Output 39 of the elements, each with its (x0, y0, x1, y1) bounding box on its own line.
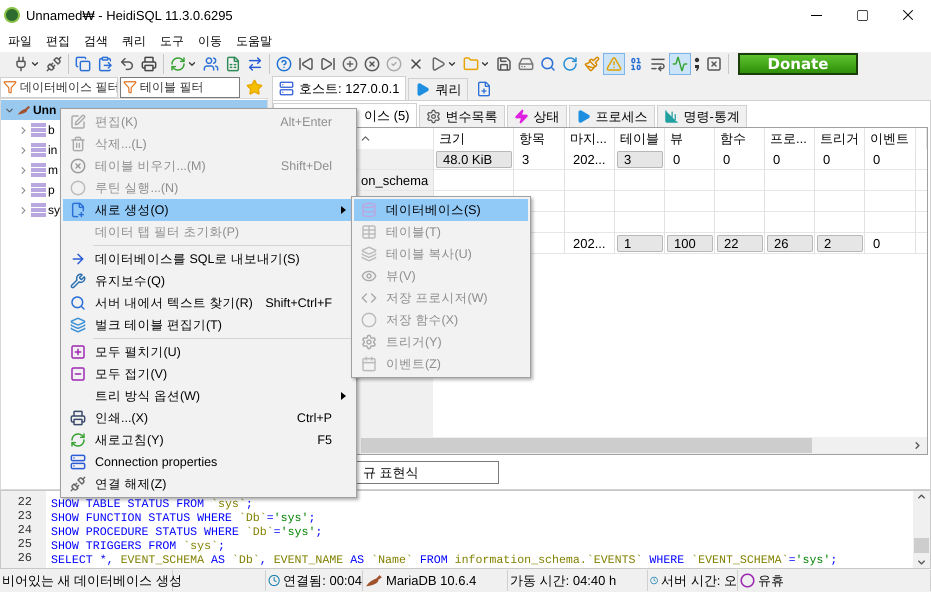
table-cell-text: 0 (872, 235, 882, 253)
status-text: 서버 시간: 오 (661, 572, 737, 590)
code-line: SHOW TABLE STATUS FROM `sys`; (51, 498, 254, 512)
status-text: 연결됨: 00:04 (283, 572, 362, 590)
line-number: 25 (16, 537, 33, 551)
code-line: SHOW PROCEDURE STATUS WHERE `Db`='sys'; (51, 526, 324, 540)
table-cell: 1 (617, 235, 663, 252)
shortcut-text: Shift+Del (280, 159, 333, 173)
code-line: SHOW TRIGGERS FROM `sys`; (51, 540, 226, 554)
table-cell-text: 3 (521, 151, 530, 169)
table-cell-text: 0 (772, 151, 782, 169)
table-cell-text: 0 (872, 151, 882, 169)
code-line: SHOW FUNCTION STATUS WHERE `Db`='sys'; (51, 512, 316, 526)
line-number: 23 (16, 509, 33, 523)
table-cell: 100 (667, 235, 713, 252)
shortcut-text: Shift+Ctrl+F (265, 296, 333, 310)
code-line: SELECT *, EVENT_SCHEMA AS `Db`, EVENT_NAME AS `Name` FROM information_schema.`EVENTS` WHERE `EVENT_SCHEMA`='sys'; (51, 554, 838, 568)
table-cell: 3 (617, 151, 663, 168)
table-cell-text: 202... (572, 235, 607, 253)
table-cell: 26 (767, 235, 813, 252)
table-cell-text: 0 (722, 151, 732, 169)
status-text: MariaDB 10.6.4 (386, 573, 476, 588)
shortcut-text: F5 (317, 433, 333, 447)
status-text: 유휴 (758, 572, 784, 590)
table-cell: 48.0 KiB (436, 151, 512, 168)
table-cell: 2 (817, 235, 863, 252)
table-cell-text: 202... (572, 151, 607, 169)
table-cell: 22 (717, 235, 763, 252)
line-number: 26 (16, 551, 33, 565)
window-title: Unnamed₩ - HeidiSQL 11.3.0.6295 (26, 8, 234, 22)
line-number: 24 (16, 523, 33, 537)
shortcut-text: Alt+Enter (280, 115, 333, 129)
status-text: 가동 시간: 04:40 h (510, 572, 616, 590)
table-cell-text: 0 (672, 151, 682, 169)
table-cell-text: 0 (822, 151, 832, 169)
shortcut-text: Ctrl+P (296, 411, 333, 425)
status-text: 비어있는 새 데이터베이스 생성 (2, 572, 182, 590)
table-cell-text: on_schema (360, 172, 430, 190)
line-number: 22 (16, 495, 33, 509)
